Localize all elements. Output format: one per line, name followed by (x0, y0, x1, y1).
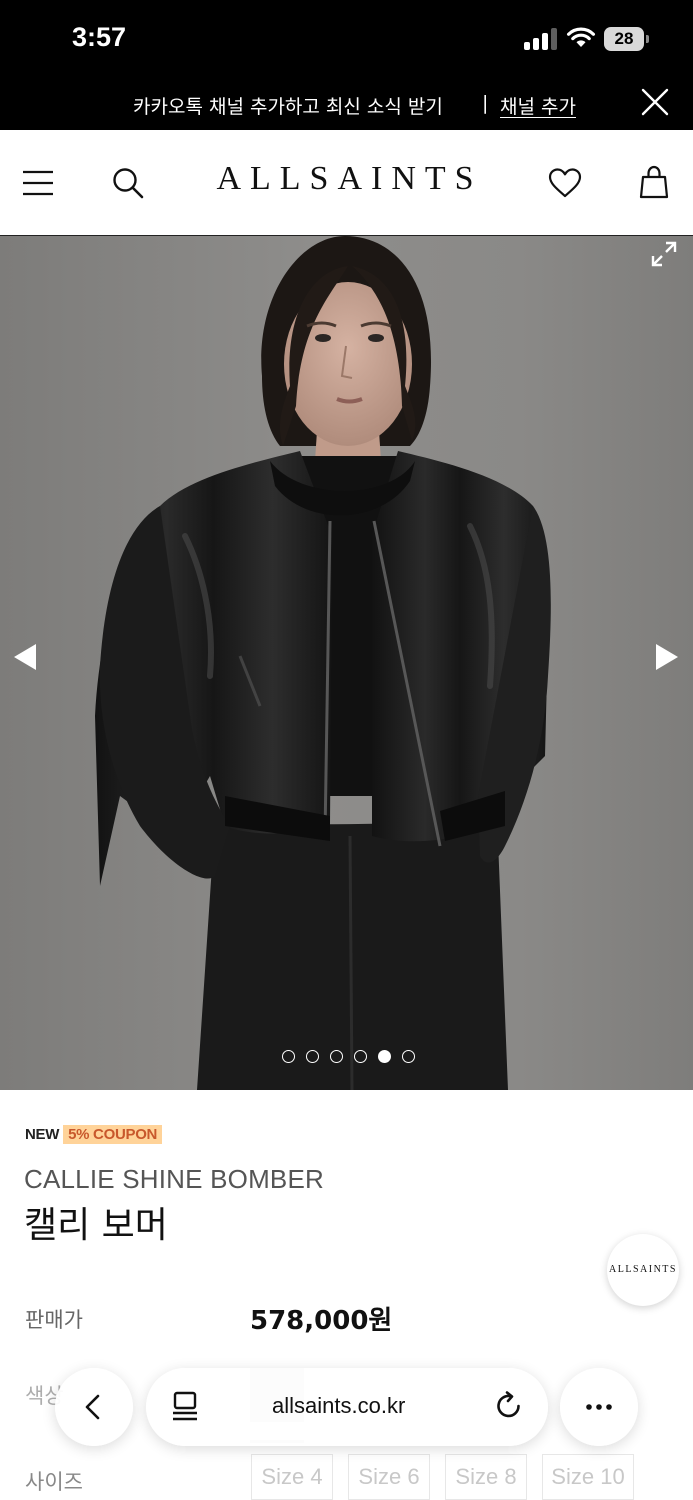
size-option[interactable]: Size 6 (348, 1454, 430, 1500)
product-page: 3:57 28 카카오톡 채널 추가하고 최신 소식 받기 | 채널 추가 AL… (0, 0, 693, 1500)
heart-icon[interactable] (548, 167, 582, 199)
price-label: 판매가 (25, 1308, 83, 1332)
carousel-dot[interactable] (354, 1050, 367, 1063)
next-image-arrow-icon[interactable] (656, 644, 678, 670)
carousel-dot[interactable] (402, 1050, 415, 1063)
size-label: 사이즈 (25, 1470, 83, 1494)
wifi-icon (567, 27, 595, 47)
cellular-signal-icon (524, 28, 558, 50)
coupon-badge: 5% COUPON (63, 1125, 163, 1144)
battery-indicator: 28 (604, 27, 644, 51)
chevron-left-icon (85, 1394, 100, 1420)
tabs-icon[interactable] (171, 1391, 199, 1421)
previous-image-arrow-icon[interactable] (14, 644, 36, 670)
more-icon (586, 1404, 612, 1410)
battery-tip (646, 35, 649, 43)
close-icon[interactable] (640, 87, 670, 117)
add-channel-link[interactable]: 채널 추가 (500, 92, 576, 119)
carousel-dot-active[interactable] (378, 1050, 391, 1063)
promo-text: 카카오톡 채널 추가하고 최신 소식 받기 (133, 96, 443, 118)
product-badges: NEW 5% COUPON (25, 1124, 163, 1145)
promo-separator: | (482, 92, 489, 114)
new-badge: NEW (25, 1126, 60, 1143)
floating-brand-button[interactable]: ALLSAINTS (607, 1234, 679, 1306)
size-option[interactable]: Size 8 (445, 1454, 527, 1500)
product-name-korean: 캘리 보머 (24, 1205, 168, 1246)
price-value: 578,000원 (250, 1306, 393, 1336)
expand-icon[interactable] (650, 240, 678, 268)
carousel-dot[interactable] (330, 1050, 343, 1063)
product-image[interactable] (0, 236, 693, 1090)
model-illustration (95, 236, 551, 1090)
size-option[interactable]: Size 10 (542, 1454, 634, 1500)
carousel-dots (282, 1050, 415, 1066)
size-option[interactable]: Size 4 (251, 1454, 333, 1500)
product-name-english: CALLIE SHINE BOMBER (24, 1164, 324, 1194)
reload-icon[interactable] (494, 1391, 524, 1421)
status-time: 3:57 (72, 22, 127, 52)
shopping-bag-icon[interactable] (639, 165, 669, 199)
brand-logo[interactable]: ALLSAINTS (0, 160, 693, 198)
carousel-dot[interactable] (306, 1050, 319, 1063)
carousel-dot[interactable] (282, 1050, 295, 1063)
url-text[interactable]: allsaints.co.kr (272, 1393, 405, 1419)
